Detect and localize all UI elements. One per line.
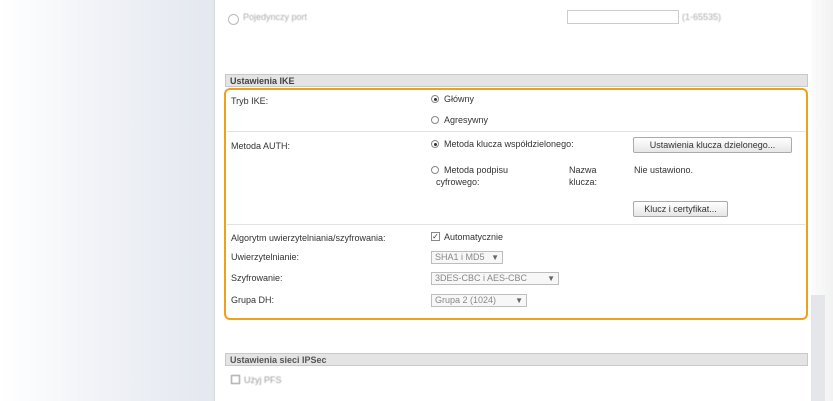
dh-group-select-value: Grupa 2 (1024) [435, 295, 497, 305]
ike-mode-main-label: Główny [444, 94, 475, 104]
encryption-label: Szyfrowanie: [231, 273, 283, 283]
chevron-down-icon: ▼ [515, 296, 523, 305]
algorithm-label: Algorytm uwierzytelniania/szyfrowania: [231, 233, 386, 243]
pfs-label: Użyj PFS [244, 375, 282, 385]
auth-signature-radio[interactable] [431, 166, 439, 174]
row-divider [227, 131, 805, 132]
psk-settings-button[interactable]: Ustawienia klucza dzielonego... [633, 137, 792, 153]
auth-method-label: Metoda AUTH: [231, 141, 291, 151]
pfs-checkbox[interactable] [231, 375, 240, 384]
auth-psk-label: Metoda klucza współdzielonego: [444, 139, 574, 149]
auth-psk-radio[interactable] [431, 140, 439, 148]
top-port-radio[interactable] [228, 14, 239, 25]
key-name-label-line1: Nazwa [569, 165, 597, 175]
auth-signature-label-line1: Metoda podpisu [444, 165, 509, 175]
encryption-select-value: 3DES-CBC i AES-CBC [435, 273, 528, 283]
ike-mode-label: Tryb IKE: [231, 96, 269, 106]
ike-mode-aggressive-radio[interactable] [431, 116, 439, 124]
top-port-range: (1-65535) [682, 12, 722, 22]
background-left [0, 0, 215, 401]
key-name-value: Nie ustawiono. [634, 165, 694, 175]
chevron-down-icon: ▼ [547, 274, 555, 283]
ike-section-header: Ustawienia IKE [225, 74, 808, 87]
scrollbar-track[interactable] [811, 295, 825, 401]
authentication-select[interactable]: SHA1 i MD5 ▼ [431, 251, 503, 264]
encryption-select[interactable]: 3DES-CBC i AES-CBC ▼ [431, 272, 559, 285]
dh-group-select[interactable]: Grupa 2 (1024) ▼ [431, 294, 527, 307]
ike-mode-aggressive-label: Agresywny [444, 115, 489, 125]
key-name-label-line2: klucza: [569, 177, 598, 187]
top-port-label: Pojedynczy port [243, 12, 308, 22]
ipsec-section-header: Ustawienia sieci IPSec [225, 353, 808, 366]
chevron-down-icon: ▼ [491, 253, 499, 262]
top-port-input[interactable] [567, 10, 679, 24]
authentication-label: Uwierzytelnianie: [231, 252, 300, 262]
row-divider [227, 224, 805, 225]
auto-label: Automatycznie [444, 232, 504, 242]
ike-mode-main-radio[interactable] [431, 95, 439, 103]
auth-signature-label-line2: cyfrowego: [436, 177, 480, 187]
authentication-select-value: SHA1 i MD5 [435, 252, 485, 262]
dh-group-label: Grupa DH: [231, 295, 275, 305]
auto-checkbox[interactable]: ✓ [431, 232, 440, 241]
key-certificate-button[interactable]: Klucz i certyfikat... [633, 201, 728, 217]
